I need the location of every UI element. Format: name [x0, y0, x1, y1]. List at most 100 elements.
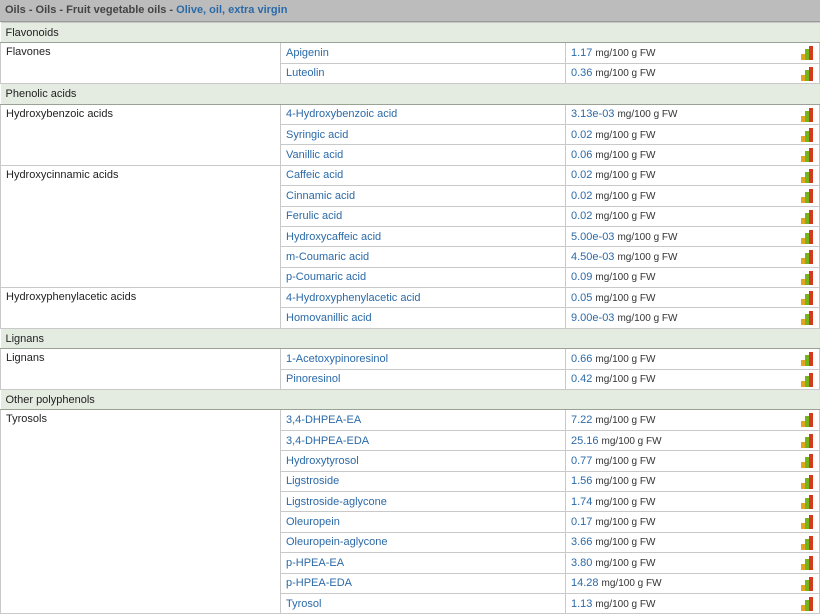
- compound-link[interactable]: Ligstroside: [286, 475, 339, 487]
- compound-link[interactable]: Pinoresinol: [286, 373, 340, 385]
- bar-chart-icon[interactable]: [800, 45, 814, 61]
- value-cell: 0.02 mg/100 g FW: [564, 164, 820, 187]
- compound-link[interactable]: Apigenin: [286, 47, 329, 59]
- compound-cell: Ligstroside-aglycone: [280, 490, 566, 513]
- compound-link[interactable]: Ligstroside-aglycone: [286, 496, 387, 508]
- bar-chart-icon[interactable]: [800, 310, 814, 326]
- unit-label: mg/100 g FW: [595, 353, 656, 365]
- bar-chart-icon[interactable]: [800, 66, 814, 81]
- value-cell: 0.02 mg/100 g FW: [564, 123, 820, 146]
- bar-chart-icon[interactable]: [800, 147, 814, 163]
- bar-chart-icon[interactable]: [800, 433, 814, 448]
- bar-chart-icon[interactable]: [800, 290, 814, 306]
- compound-cell: Apigenin: [280, 42, 566, 64]
- value-link[interactable]: 1.13: [571, 598, 592, 610]
- compound-link[interactable]: 3,4-DHPEA-EA: [286, 414, 361, 426]
- compound-link[interactable]: 3,4-DHPEA-EDA: [286, 435, 369, 447]
- value-link[interactable]: 0.02: [571, 169, 592, 181]
- compound-link[interactable]: p-HPEA-EDA: [286, 577, 352, 589]
- value-link[interactable]: 0.17: [571, 516, 592, 528]
- compound-link[interactable]: Syringic acid: [286, 129, 348, 141]
- bar-chart-icon[interactable]: [800, 576, 814, 591]
- value-cell: 1.13 mg/100 g FW: [564, 592, 820, 614]
- subclass-label: Flavones: [0, 42, 281, 85]
- compound-link[interactable]: p-HPEA-EA: [286, 557, 344, 569]
- compound-link[interactable]: Vanillic acid: [286, 149, 343, 161]
- bar-chart-icon[interactable]: [800, 188, 814, 204]
- value-link[interactable]: 0.66: [571, 353, 592, 365]
- value-link[interactable]: 0.06: [571, 149, 592, 161]
- compound-link[interactable]: Tyrosol: [286, 598, 321, 610]
- value-link[interactable]: 0.77: [571, 455, 592, 467]
- bar-chart-icon[interactable]: [800, 249, 814, 265]
- compound-link[interactable]: Hydroxycaffeic acid: [286, 231, 381, 243]
- compound-link[interactable]: p-Coumaric acid: [286, 271, 366, 283]
- value-cell: 25.16 mg/100 g FW: [564, 429, 820, 452]
- unit-label: mg/100 g FW: [595, 374, 656, 386]
- value-link[interactable]: 14.28: [571, 577, 599, 589]
- value-link[interactable]: 0.05: [571, 292, 592, 304]
- subclass-label: Tyrosols: [0, 409, 281, 614]
- bar-chart-icon[interactable]: [800, 229, 814, 244]
- bar-chart-icon[interactable]: [800, 555, 814, 571]
- value-link[interactable]: 0.42: [571, 373, 592, 385]
- compound-link[interactable]: Luteolin: [286, 67, 325, 79]
- compound-link[interactable]: Ferulic acid: [286, 210, 342, 222]
- value-cell: 0.02 mg/100 g FW: [564, 205, 820, 227]
- value-link[interactable]: 0.02: [571, 129, 592, 141]
- class-header-row: Phenolic acids: [0, 83, 820, 105]
- compound-link[interactable]: Oleuropein: [286, 516, 340, 528]
- unit-label: mg/100 g FW: [595, 415, 656, 427]
- bar-chart-icon[interactable]: [800, 474, 814, 489]
- value-link[interactable]: 4.50e-03: [571, 251, 614, 263]
- compound-link[interactable]: Caffeic acid: [286, 169, 343, 181]
- value-link[interactable]: 0.36: [571, 67, 592, 79]
- value-cell: 0.09 mg/100 g FW: [564, 266, 820, 289]
- class-header-row: Lignans: [0, 327, 820, 350]
- bar-chart-icon[interactable]: [800, 372, 814, 387]
- value-link[interactable]: 9.00e-03: [571, 312, 614, 324]
- value-link[interactable]: 0.02: [571, 190, 592, 202]
- unit-label: mg/100 g FW: [595, 537, 656, 549]
- bar-chart-icon[interactable]: [800, 107, 814, 122]
- unit-label: mg/100 g FW: [617, 313, 678, 325]
- compound-cell: p-Coumaric acid: [280, 266, 566, 289]
- breadcrumb-food-link[interactable]: Olive, oil, extra virgin: [176, 4, 287, 16]
- value-link[interactable]: 25.16: [571, 435, 599, 447]
- value-link[interactable]: 1.74: [571, 496, 592, 508]
- bar-chart-icon[interactable]: [800, 596, 814, 611]
- bar-chart-icon[interactable]: [800, 270, 814, 285]
- bar-chart-icon[interactable]: [800, 535, 814, 550]
- compound-link[interactable]: 1-Acetoxypinoresinol: [286, 353, 388, 365]
- compound-link[interactable]: Oleuropein-aglycone: [286, 536, 388, 548]
- bar-chart-icon[interactable]: [800, 209, 814, 224]
- compound-link[interactable]: m-Coumaric acid: [286, 251, 369, 263]
- value-link[interactable]: 1.17: [571, 47, 592, 59]
- value-link[interactable]: 5.00e-03: [571, 231, 614, 243]
- value-link[interactable]: 1.56: [571, 475, 592, 487]
- bar-chart-icon[interactable]: [800, 127, 814, 142]
- value-link[interactable]: 3.13e-03: [571, 108, 614, 120]
- compound-cell: Vanillic acid: [280, 144, 566, 166]
- bar-chart-icon[interactable]: [800, 168, 814, 183]
- compound-link[interactable]: Homovanillic acid: [286, 312, 372, 324]
- value-link[interactable]: 3.80: [571, 557, 592, 569]
- value-cell: 5.00e-03 mg/100 g FW: [564, 225, 820, 248]
- bar-chart-icon[interactable]: [800, 412, 814, 428]
- compound-link[interactable]: 4-Hydroxyphenylacetic acid: [286, 292, 421, 304]
- bar-chart-icon[interactable]: [800, 494, 814, 509]
- unit-label: mg/100 g FW: [617, 231, 678, 243]
- value-link[interactable]: 3.66: [571, 536, 592, 548]
- value-link[interactable]: 0.02: [571, 210, 592, 222]
- compound-link[interactable]: 4-Hydroxybenzoic acid: [286, 108, 397, 120]
- class-header-row: Flavonoids: [0, 21, 820, 44]
- bar-chart-icon[interactable]: [800, 514, 814, 530]
- value-link[interactable]: 7.22: [571, 414, 592, 426]
- compound-cell: Syringic acid: [280, 123, 566, 146]
- bar-chart-icon[interactable]: [800, 351, 814, 367]
- compound-link[interactable]: Cinnamic acid: [286, 190, 355, 202]
- bar-chart-icon[interactable]: [800, 453, 814, 469]
- compound-link[interactable]: Hydroxytyrosol: [286, 455, 359, 467]
- value-link[interactable]: 0.09: [571, 271, 592, 283]
- value-cell: 3.80 mg/100 g FW: [564, 552, 820, 574]
